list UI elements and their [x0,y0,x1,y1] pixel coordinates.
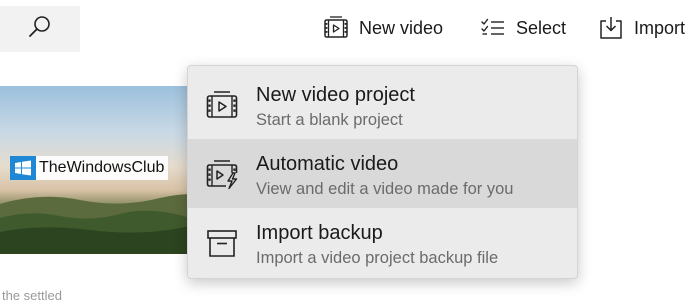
menu-item-title: New video project [256,84,415,106]
film-lightning-icon [206,159,238,190]
search-button[interactable] [0,6,80,52]
watermark: TheWindowsClub [10,156,169,180]
import-label: Import [634,17,686,38]
menu-item-title: Import backup [256,222,383,244]
select-button[interactable]: Select [480,10,566,46]
thumbnail-caption: the settled [2,288,62,303]
menu-item-subtitle: Import a video project backup file [256,249,499,267]
search-icon [27,14,53,45]
menu-item-subtitle: Start a blank project [256,111,403,129]
menu-item-title: Automatic video [256,153,399,175]
film-icon [206,90,238,120]
new-video-dropdown-menu: New video project Start a blank project … [187,65,578,279]
watermark-text: TheWindowsClub [39,159,165,176]
menu-item-new-video-project[interactable]: New video project Start a blank project [188,70,577,139]
windows-club-logo-icon [10,156,36,180]
menu-item-import-backup[interactable]: Import backup Import a video project bac… [188,208,577,277]
import-button[interactable]: Import [598,10,685,46]
new-video-button[interactable]: New video [323,10,443,46]
archive-icon [206,228,238,258]
menu-item-subtitle: View and edit a video made for you [256,180,514,198]
film-icon [323,15,349,41]
import-icon [598,15,624,41]
new-video-label: New video [359,17,444,38]
select-label: Select [516,17,567,38]
checklist-icon [480,15,506,41]
menu-item-automatic-video[interactable]: Automatic video View and edit a video ma… [188,139,577,208]
